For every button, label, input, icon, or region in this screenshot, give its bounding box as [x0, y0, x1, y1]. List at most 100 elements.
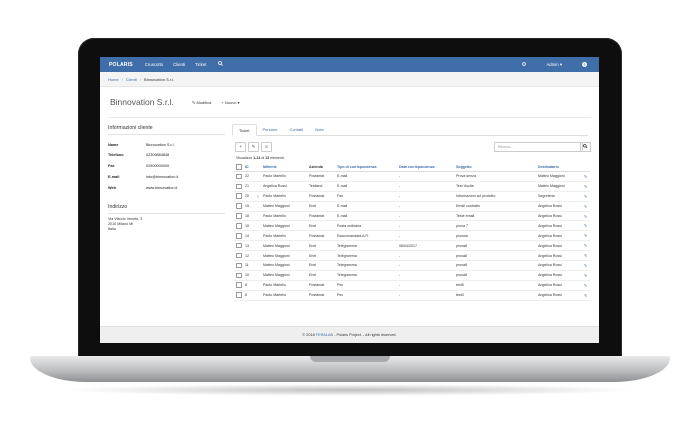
table-row[interactable]: 8 Paolo Martello Postamat Pec - test5 Angelica… [234, 280, 590, 291]
tab-note[interactable]: Note [309, 124, 329, 135]
row-destinatario[interactable]: Angelica Rossi [536, 230, 582, 242]
info-value[interactable]: www.binnovation.it [146, 186, 177, 190]
nav-link-ticket[interactable]: Ticket [195, 62, 206, 67]
row-mittente[interactable]: Paolo Martello [261, 230, 307, 242]
row-edit[interactable]: ✎ [582, 290, 590, 301]
table-row[interactable]: 12 Matteo Maggioni Enel Telegramma - prova8 An… [234, 250, 590, 262]
row-checkbox[interactable] [234, 201, 243, 212]
footer-link[interactable]: FERALAB [316, 333, 333, 337]
edit-selected-button[interactable]: ✎ [248, 142, 259, 152]
row-mittente[interactable]: Matteo Maggioni [261, 220, 307, 232]
row-edit[interactable]: ✎ [582, 181, 590, 192]
row-mittente[interactable]: Matteo Maggioni [261, 270, 307, 281]
row-checkbox[interactable] [234, 280, 243, 291]
list-view-button[interactable]: ≡ [261, 142, 272, 152]
table-row[interactable]: 21 Angelica Rossi Testland E-mail - Test Usci… [234, 181, 590, 192]
breadcrumb-clienti[interactable]: Clienti [126, 77, 137, 82]
table-row[interactable]: 15 Matteo Maggioni Enel Posta ordinaria - pro… [234, 220, 590, 232]
row-edit[interactable]: ✎ [582, 201, 590, 212]
row-checkbox[interactable] [234, 181, 243, 192]
row-destinatario[interactable]: Angelica Rossi [536, 280, 582, 291]
tab-contatti[interactable]: Contatti [283, 124, 309, 135]
pencil-icon[interactable]: ✎ [584, 253, 587, 258]
pencil-icon[interactable]: ✎ [584, 273, 587, 278]
row-destinatario[interactable]: Angelica Rossi [536, 260, 582, 271]
row-edit[interactable]: ✎ [582, 270, 590, 281]
row-edit[interactable]: ✎ [582, 260, 590, 271]
col-header-mittente[interactable]: Mittente [261, 163, 307, 172]
row-edit[interactable]: ✎ [582, 211, 590, 222]
pencil-icon[interactable]: ✎ [584, 263, 587, 268]
row-destinatario[interactable]: Angelica Rossi [536, 211, 582, 222]
nav-link-clienti[interactable]: Clienti [173, 62, 185, 67]
row-edit[interactable]: ✎ [582, 280, 590, 291]
search-icon[interactable] [218, 61, 224, 68]
row-destinatario[interactable]: Angelica Rossi [536, 270, 582, 281]
tab-ticket[interactable]: Ticket [232, 124, 257, 136]
pencil-icon[interactable]: ✎ [584, 214, 587, 219]
table-row[interactable]: 15 Matteo Maggioni Enel E-mail - Email contra… [234, 201, 590, 212]
row-checkbox[interactable] [234, 171, 243, 182]
table-row[interactable]: 8 Paolo Martello Postamat Pec - test3 Angelica… [234, 290, 590, 301]
row-checkbox[interactable] [234, 240, 243, 252]
edit-button[interactable]: ✎ Modifica [192, 100, 211, 105]
row-destinatario[interactable]: Angelica Rossi [536, 201, 582, 212]
row-destinatario[interactable]: Angelica Rossi [536, 250, 582, 262]
row-destinatario[interactable]: Matteo Maggioni [536, 171, 582, 182]
row-checkbox[interactable] [234, 191, 243, 202]
row-mittente[interactable]: Angelica Rossi [261, 181, 307, 192]
table-row[interactable]: 13 Matteo Maggioni Enel Telegramma 06/04/201… [234, 240, 590, 252]
row-edit[interactable]: ✎ [582, 230, 590, 242]
brand-logo[interactable]: POLARIS [109, 62, 133, 68]
row-destinatario[interactable]: Angelica Rossi [536, 220, 582, 232]
col-header-id[interactable]: ID [243, 163, 255, 172]
col-header-azienda[interactable]: Azienda [307, 163, 335, 172]
row-mittente[interactable]: Paolo Martello [261, 171, 307, 182]
row-checkbox[interactable] [234, 220, 243, 232]
nav-link-cruscotto[interactable]: Cruscotto [145, 62, 163, 67]
col-header-soggetto[interactable]: Soggetto [454, 163, 536, 172]
info-value[interactable]: info@binnovation.it [146, 175, 178, 179]
pencil-icon[interactable]: ✎ [584, 174, 587, 179]
table-row[interactable]: 14 Paolo Martello Postamat Raccomandata A.R… [234, 230, 590, 242]
col-header-destinatario[interactable]: Destinatario [536, 163, 582, 172]
tab-persone[interactable]: Persone [257, 124, 284, 135]
pencil-icon[interactable]: ✎ [584, 293, 587, 298]
select-all-checkbox[interactable] [234, 163, 243, 172]
pencil-icon[interactable]: ✎ [584, 233, 587, 238]
search-input[interactable]: Ricerca... [494, 142, 583, 152]
table-row[interactable]: 18 Paolo Martello Postamat E-mail - Teste ema… [234, 211, 590, 222]
help-icon[interactable]: ? [582, 62, 587, 67]
breadcrumb-home[interactable]: Home [108, 77, 119, 82]
row-checkbox[interactable] [234, 290, 243, 301]
user-menu[interactable]: Admin ▾ [546, 62, 562, 68]
row-edit[interactable]: ✎ [582, 250, 590, 262]
row-mittente[interactable]: Matteo Maggioni [261, 250, 307, 262]
row-checkbox[interactable] [234, 270, 243, 281]
row-checkbox[interactable] [234, 230, 243, 242]
row-destinatario[interactable]: Angelica Rossi [536, 240, 582, 252]
row-mittente[interactable]: Matteo Maggioni [261, 260, 307, 271]
add-button[interactable]: + [235, 142, 246, 152]
pencil-icon[interactable]: ✎ [584, 243, 587, 248]
row-mittente[interactable]: Paolo Martello [261, 191, 307, 202]
row-destinatario[interactable]: Angelica Rossi [536, 290, 582, 301]
pencil-icon[interactable]: ✎ [584, 194, 587, 199]
row-edit[interactable]: ✎ [582, 220, 590, 232]
row-checkbox[interactable] [234, 260, 243, 271]
col-header-data[interactable]: Data corrispondenza [397, 163, 454, 172]
new-dropdown-button[interactable]: + Nuovo ▾ [221, 100, 239, 105]
pencil-icon[interactable]: ✎ [584, 184, 587, 189]
row-destinatario[interactable]: Matteo Maggioni [536, 181, 582, 192]
search-button[interactable] [580, 142, 591, 152]
row-mittente[interactable]: Paolo Martello [261, 280, 307, 291]
table-row[interactable]: 10 Matteo Maggioni Enel Telegramma - prova8 An… [234, 270, 590, 281]
table-row[interactable]: 11 Matteo Maggioni Enel Telegramma - prova8 An… [234, 260, 590, 271]
row-edit[interactable]: ✎ [582, 171, 590, 182]
row-checkbox[interactable] [234, 211, 243, 222]
pencil-icon[interactable]: ✎ [584, 283, 587, 288]
row-mittente[interactable]: Matteo Maggioni [261, 240, 307, 252]
pencil-icon[interactable]: ✎ [584, 223, 587, 228]
gear-icon[interactable]: ⚙ [522, 62, 527, 68]
row-edit[interactable]: ✎ [582, 191, 590, 202]
